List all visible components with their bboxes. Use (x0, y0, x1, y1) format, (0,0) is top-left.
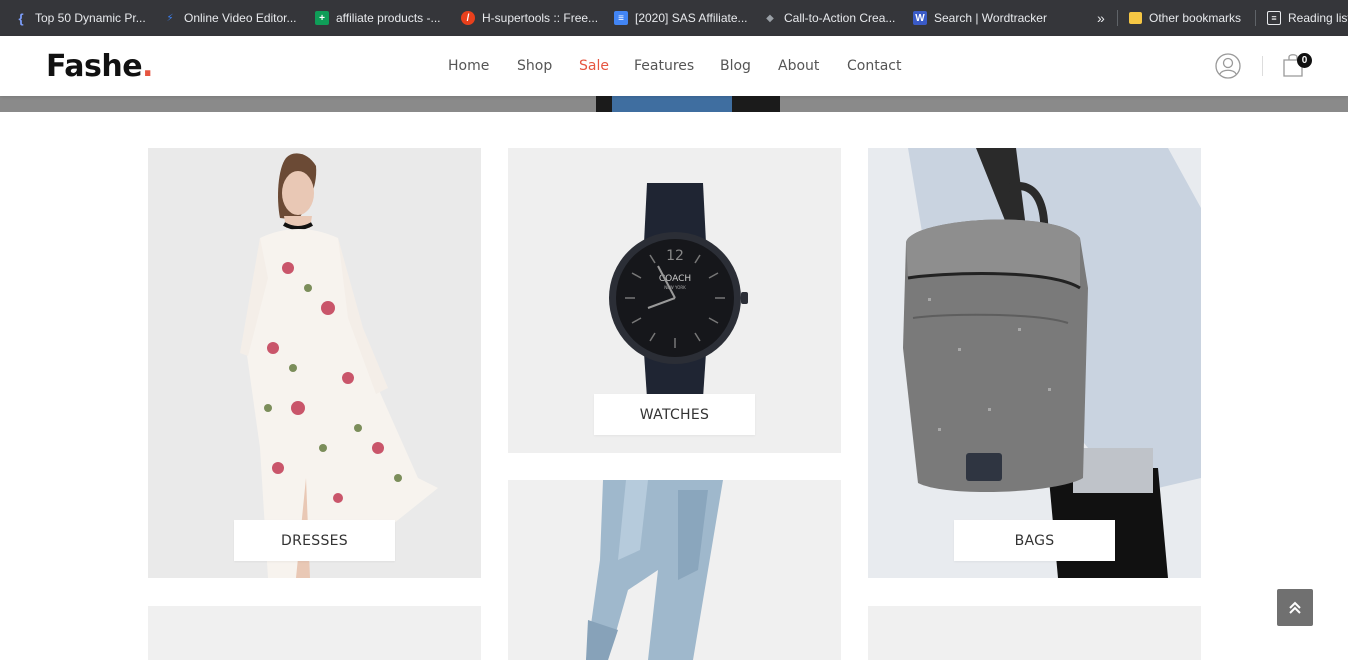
cart-count-badge: 0 (1297, 53, 1312, 68)
nav-features[interactable]: Features (634, 58, 694, 74)
docs-icon: ≡ (614, 11, 628, 25)
bookmark-item[interactable]: ◆ Call-to-Action Crea... (763, 0, 895, 36)
rocket-icon: / (461, 11, 475, 25)
dress-model-image (148, 148, 481, 578)
bracket-icon: { (18, 10, 24, 26)
folder-icon (1129, 12, 1142, 24)
nav-sale[interactable]: Sale (579, 58, 609, 74)
category-card-placeholder[interactable] (148, 606, 481, 660)
bookmark-item[interactable]: + affiliate products -... (315, 0, 441, 36)
jeans-image (508, 480, 841, 660)
bookmark-item[interactable]: / H-supertools :: Free... (461, 0, 598, 36)
reading-list-icon: ≡ (1267, 11, 1281, 25)
bookmarks-bar: { Top 50 Dynamic Pr... ⚡ Online Video Ed… (0, 0, 1348, 36)
bookmark-item[interactable]: ⚡ Online Video Editor... (163, 0, 296, 36)
hero-jeans-detail (612, 96, 732, 112)
reading-list[interactable]: ≡ Reading list (1267, 0, 1348, 36)
double-chevron-up-icon (1289, 601, 1301, 614)
hero-banner-image (0, 96, 1348, 112)
bookmark-item[interactable]: ≡ [2020] SAS Affiliate... (614, 0, 748, 36)
backpack-model-image (868, 148, 1201, 578)
lightning-icon: ⚡ (166, 12, 174, 24)
w-icon: W (913, 11, 927, 25)
sheets-icon: + (315, 11, 329, 25)
bookmark-item[interactable]: { Top 50 Dynamic Pr... (14, 0, 145, 36)
nav-home[interactable]: Home (448, 58, 489, 74)
nav-shop[interactable]: Shop (517, 58, 552, 74)
category-card-placeholder[interactable] (868, 606, 1201, 660)
more-bookmarks-chevron-icon[interactable]: » (1097, 0, 1105, 36)
diamond-icon: ◆ (766, 12, 774, 24)
scroll-to-top-button[interactable] (1277, 589, 1313, 626)
other-bookmarks[interactable]: Other bookmarks (1129, 0, 1241, 36)
category-card-bags[interactable]: BAGS (868, 148, 1201, 578)
site-header: Fashe. Home Shop Sale Features Blog Abou… (0, 36, 1348, 96)
site-logo[interactable]: Fashe. (46, 49, 153, 84)
category-label-dresses[interactable]: DRESSES (234, 520, 395, 561)
category-card-jeans[interactable] (508, 480, 841, 660)
header-divider (1262, 56, 1263, 76)
category-card-dresses[interactable]: DRESSES (148, 148, 481, 578)
bookmarks-divider (1255, 10, 1256, 26)
bookmarks-divider (1117, 10, 1118, 26)
category-label-bags[interactable]: BAGS (954, 520, 1115, 561)
category-card-watches[interactable]: COACH NEW YORK 12 WATCHES (508, 148, 841, 453)
nav-contact[interactable]: Contact (847, 58, 901, 74)
nav-blog[interactable]: Blog (720, 58, 751, 74)
bookmark-item[interactable]: W Search | Wordtracker (913, 0, 1047, 36)
nav-about[interactable]: About (778, 58, 819, 74)
user-account-icon[interactable] (1215, 53, 1241, 79)
watch-twelve-text: 12 (666, 248, 684, 264)
category-label-watches[interactable]: WATCHES (594, 394, 755, 435)
